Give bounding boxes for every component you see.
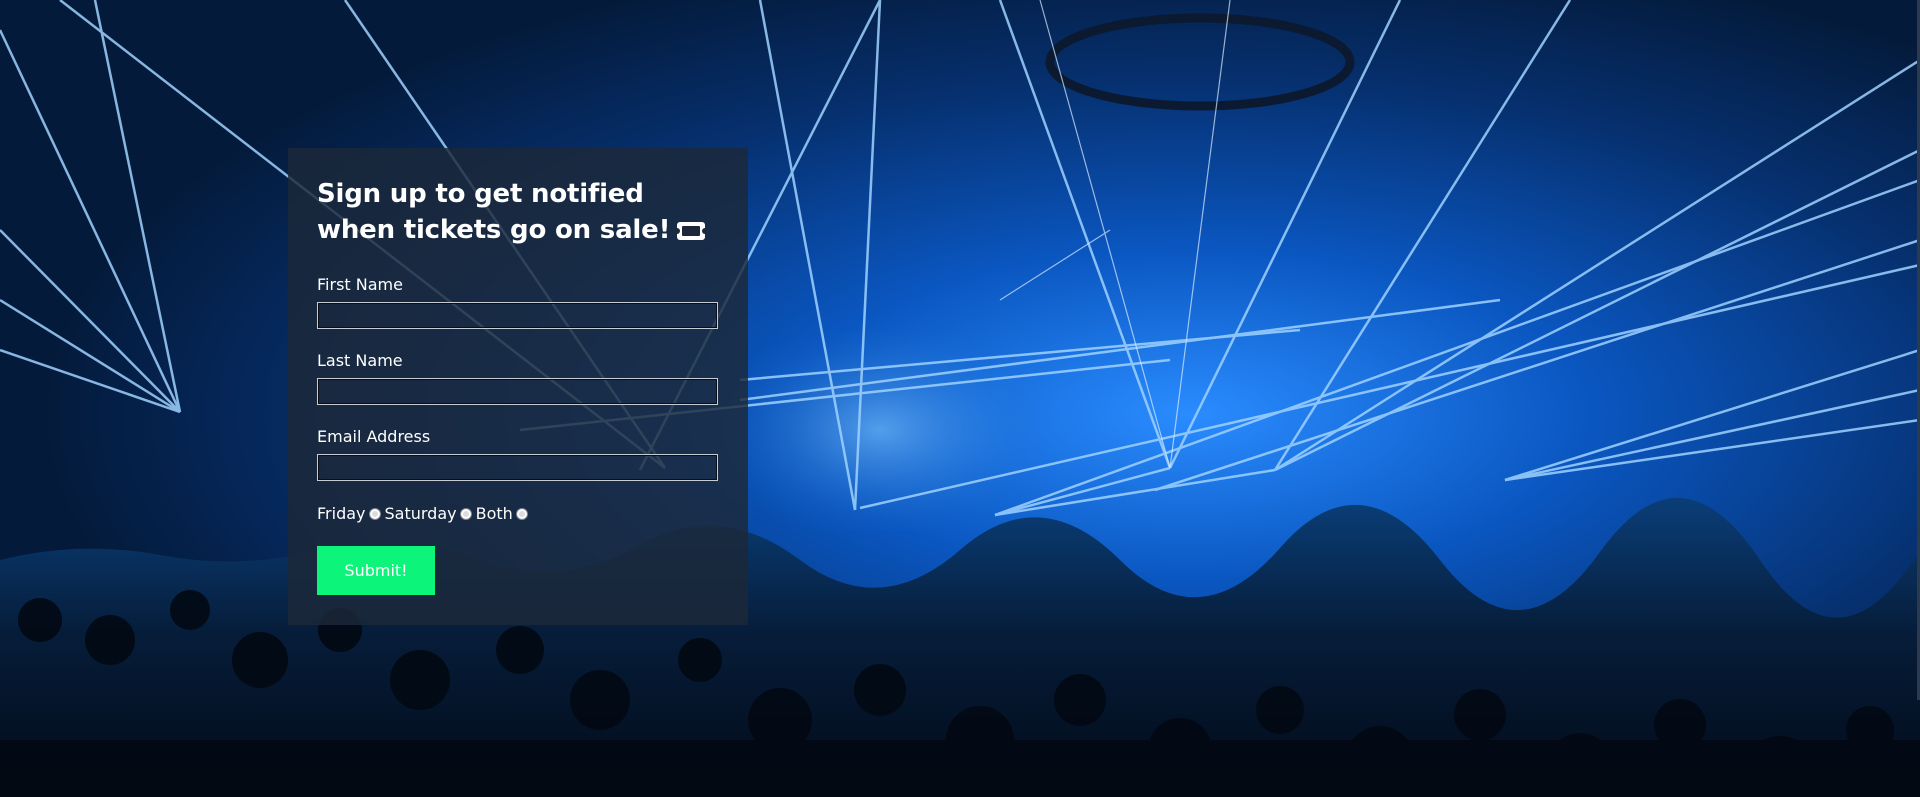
both-radio[interactable] bbox=[515, 508, 528, 520]
first-name-input[interactable] bbox=[317, 302, 718, 329]
last-name-input[interactable] bbox=[317, 378, 718, 405]
friday-radio[interactable] bbox=[368, 508, 381, 520]
signup-form: Sign up to get notified when tickets go … bbox=[288, 148, 748, 625]
first-name-group: First Name bbox=[317, 275, 719, 329]
email-group: Email Address bbox=[317, 427, 719, 481]
email-input[interactable] bbox=[317, 454, 718, 481]
ticket-icon bbox=[674, 215, 709, 251]
last-name-group: Last Name bbox=[317, 351, 719, 405]
email-label: Email Address bbox=[317, 427, 431, 446]
both-label: Both bbox=[475, 504, 513, 523]
friday-label: Friday bbox=[317, 504, 366, 523]
page: Sign up to get notified when tickets go … bbox=[0, 0, 1920, 797]
saturday-radio[interactable] bbox=[459, 508, 472, 520]
saturday-label: Saturday bbox=[384, 504, 457, 523]
form-title-text: Sign up to get notified when tickets go … bbox=[317, 179, 671, 245]
day-options: Friday Saturday Both bbox=[317, 503, 719, 525]
form-title: Sign up to get notified when tickets go … bbox=[317, 176, 717, 251]
first-name-label: First Name bbox=[317, 275, 403, 294]
last-name-label: Last Name bbox=[317, 351, 403, 370]
submit-button[interactable]: Submit! bbox=[317, 546, 435, 595]
